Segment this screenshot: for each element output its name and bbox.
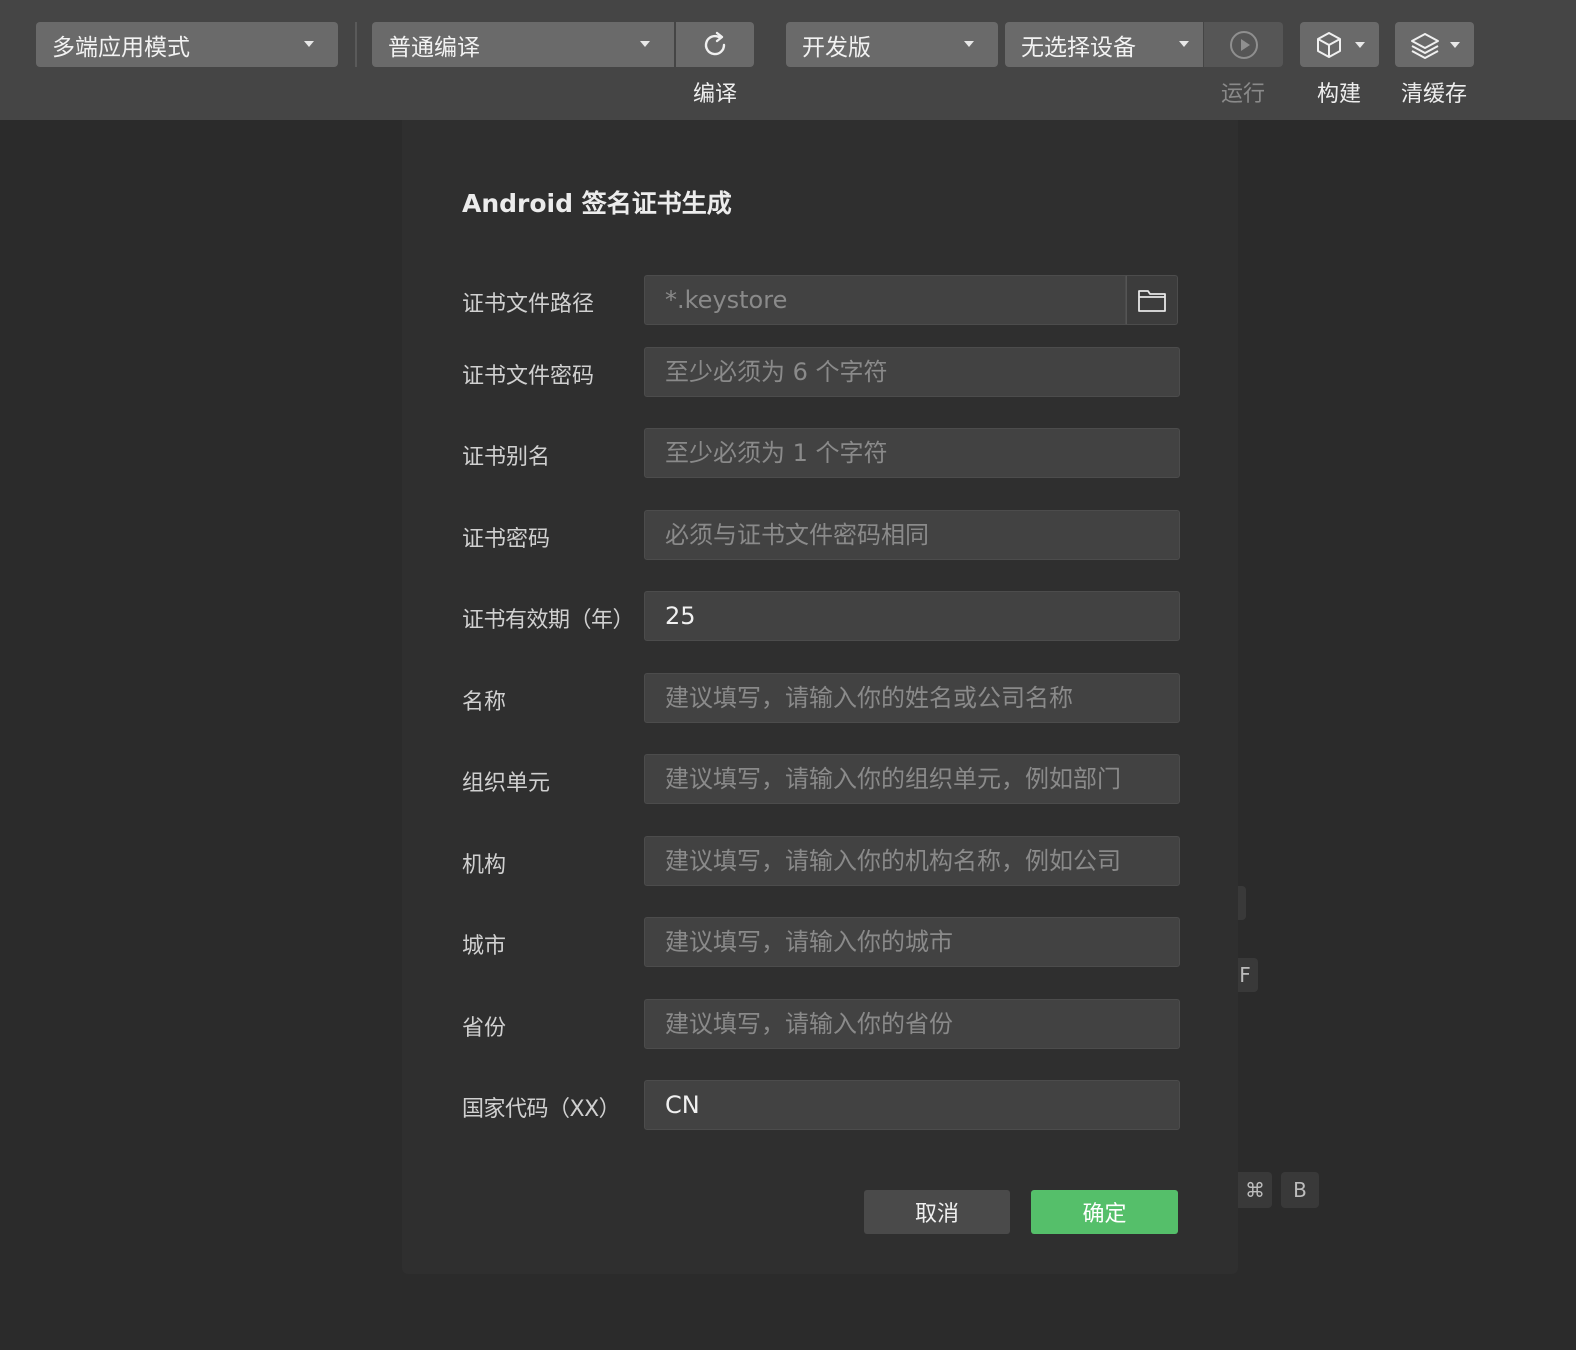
play-icon: [1229, 30, 1258, 59]
run-label: 运行: [1220, 82, 1265, 107]
build-button[interactable]: [1300, 22, 1379, 67]
browse-folder-button[interactable]: [1126, 275, 1178, 325]
confirm-button[interactable]: 确定: [1031, 1190, 1178, 1234]
alias-input[interactable]: [644, 428, 1180, 478]
chevron-down-icon: [1355, 42, 1365, 48]
organization-label: 机构: [462, 853, 507, 878]
alias-label: 证书别名: [462, 445, 551, 470]
run-button[interactable]: [1204, 22, 1283, 67]
toolbar-divider: [355, 22, 357, 67]
dialog-title: Android 签名证书生成: [462, 189, 732, 218]
org-unit-label: 组织单元: [462, 771, 551, 796]
city-label: 城市: [462, 934, 507, 959]
device-select[interactable]: 无选择设备: [1005, 22, 1203, 67]
chevron-down-icon: [1450, 42, 1460, 48]
chevron-down-icon: [964, 41, 974, 47]
chevron-down-icon: [640, 41, 650, 47]
compile-mode-select[interactable]: 普通编译: [372, 22, 674, 67]
keystore-path-input[interactable]: [644, 275, 1126, 325]
version-select-value: 开发版: [802, 34, 871, 61]
keystore-password-input[interactable]: [644, 347, 1180, 397]
version-select[interactable]: 开发版: [786, 22, 998, 67]
mode-select-value: 多端应用模式: [52, 34, 190, 61]
name-input[interactable]: [644, 673, 1180, 723]
build-label: 构建: [1316, 82, 1361, 107]
clear-cache-button[interactable]: [1395, 22, 1474, 67]
clear-cache-label: 清缓存: [1400, 82, 1467, 107]
cube-icon: [1317, 31, 1341, 58]
chevron-down-icon: [1179, 41, 1189, 47]
signing-certificate-dialog: Android 签名证书生成 证书文件路径 证书文件密码 证书别名 证书密码 证…: [402, 120, 1238, 1274]
city-input[interactable]: [644, 917, 1180, 967]
validity-input[interactable]: [644, 591, 1180, 641]
refresh-icon: [704, 31, 726, 55]
province-label: 省份: [462, 1016, 507, 1041]
top-toolbar: 多端应用模式 普通编译 编译 开发版 无选择设备 运行 构建 清缓存: [0, 0, 1576, 120]
province-input[interactable]: [644, 999, 1180, 1049]
name-label: 名称: [462, 690, 507, 715]
alias-password-label: 证书密码: [462, 527, 551, 552]
alias-password-input[interactable]: [644, 510, 1180, 560]
folder-icon: [1138, 290, 1166, 312]
device-select-value: 无选择设备: [1021, 34, 1136, 61]
country-code-input[interactable]: [644, 1080, 1180, 1130]
keystore-password-label: 证书文件密码: [462, 364, 595, 389]
keystore-path-label: 证书文件路径: [462, 292, 595, 317]
org-unit-input[interactable]: [644, 754, 1180, 804]
compile-label: 编译: [692, 82, 737, 107]
organization-input[interactable]: [644, 836, 1180, 886]
mode-select[interactable]: 多端应用模式: [36, 22, 338, 67]
compile-button[interactable]: [676, 22, 754, 67]
country-code-label: 国家代码（XX）: [462, 1097, 621, 1122]
cancel-button[interactable]: 取消: [864, 1190, 1010, 1234]
compile-mode-value: 普通编译: [388, 34, 480, 61]
shortcut-key-b-text: B: [1293, 1178, 1307, 1202]
validity-label: 证书有效期（年）: [462, 608, 635, 633]
shortcut-key-b: B: [1281, 1172, 1319, 1208]
layers-icon: [1411, 32, 1439, 59]
chevron-down-icon: [304, 41, 314, 47]
